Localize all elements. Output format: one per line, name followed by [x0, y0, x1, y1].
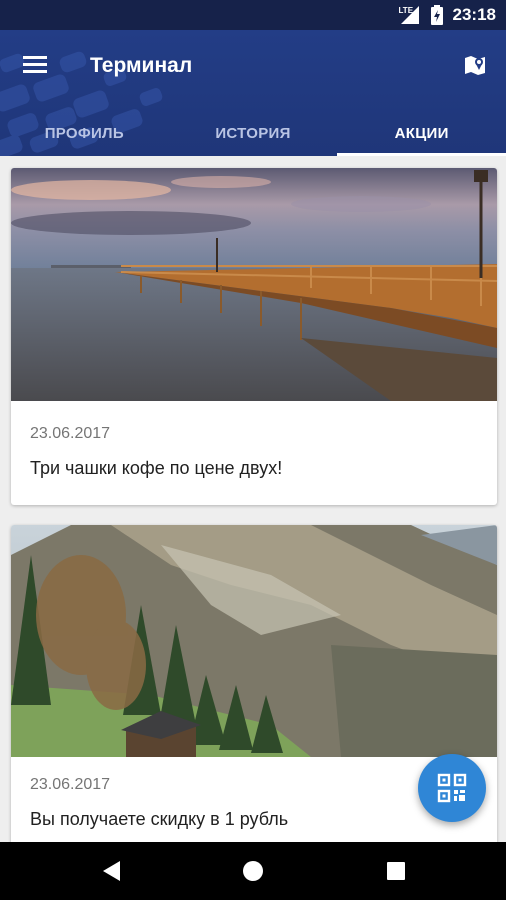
promotion-date: 23.06.2017: [30, 776, 111, 793]
tab-bar: ПРОФИЛЬ ИСТОРИЯ АКЦИИ: [0, 110, 506, 156]
mountain-valley-cabin-photo: [11, 525, 497, 757]
promotion-title: Вы получаете скидку в 1 рубль: [30, 809, 289, 829]
qr-code-icon: [437, 773, 467, 803]
home-icon: [243, 861, 263, 881]
clock: 23:18: [452, 5, 496, 24]
promotion-title: Три чашки кофе по цене двух!: [30, 458, 283, 478]
system-nav-bar: [0, 842, 506, 900]
promotions-list: 23.06.2017 Три чашки кофе по цене двух!: [0, 156, 506, 842]
back-button[interactable]: [98, 857, 126, 885]
signal-icon: LTE: [399, 4, 421, 26]
home-button[interactable]: [239, 857, 267, 885]
menu-button[interactable]: [20, 52, 50, 78]
tab-promotions[interactable]: АКЦИИ: [337, 110, 506, 156]
page-title: Терминал: [90, 54, 193, 77]
battery-icon: [430, 5, 443, 25]
app-bar: Терминал ПРОФИЛЬ ИСТОРИЯ АКЦИИ: [0, 30, 506, 156]
tab-profile[interactable]: ПРОФИЛЬ: [0, 110, 169, 156]
back-icon: [103, 861, 120, 881]
status-bar: LTE 23:18: [0, 0, 506, 30]
qr-code-button[interactable]: [418, 754, 486, 822]
recents-button[interactable]: [382, 857, 410, 885]
hamburger-menu-icon: [23, 56, 47, 73]
tab-history[interactable]: ИСТОРИЯ: [169, 110, 338, 156]
pier-at-sunset-photo: [11, 168, 497, 401]
status-icons: LTE 23:18: [399, 0, 496, 30]
recents-icon: [387, 862, 405, 880]
map-button[interactable]: [462, 52, 488, 78]
promotion-card[interactable]: 23.06.2017 Три чашки кофе по цене двух!: [11, 168, 497, 505]
map-marker-icon: [465, 56, 485, 75]
promotion-date: 23.06.2017: [30, 425, 111, 442]
